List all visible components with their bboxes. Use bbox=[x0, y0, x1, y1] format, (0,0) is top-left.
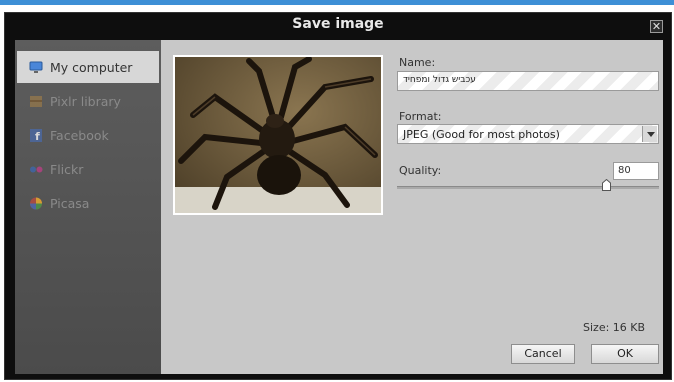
sidebar: My computer Pixlr library f Facebook Fli… bbox=[15, 40, 161, 374]
sidebar-item-label: Pixlr library bbox=[50, 94, 121, 109]
computer-icon bbox=[29, 61, 43, 73]
library-icon bbox=[30, 96, 42, 107]
quality-input[interactable]: 80 bbox=[613, 162, 659, 180]
ok-button[interactable]: OK bbox=[591, 344, 659, 364]
name-field[interactable]: עכביש גדול ומפחיד bbox=[397, 71, 659, 91]
chevron-down-icon[interactable] bbox=[642, 126, 657, 142]
save-image-dialog: Save image ✕ My computer Pixlr library f… bbox=[4, 12, 672, 380]
image-preview bbox=[173, 55, 383, 215]
format-select[interactable]: JPEG (Good for most photos) bbox=[397, 124, 659, 144]
svg-text:f: f bbox=[35, 130, 40, 142]
sidebar-item-label: Picasa bbox=[50, 196, 90, 211]
sidebar-item-my-computer[interactable]: My computer bbox=[17, 51, 159, 83]
file-size: Size: 16 KB bbox=[583, 321, 646, 334]
quality-slider[interactable] bbox=[397, 179, 659, 191]
dialog-title: Save image bbox=[292, 16, 384, 32]
sidebar-item-label: Facebook bbox=[50, 128, 109, 143]
quality-label: Quality: bbox=[399, 164, 442, 177]
format-value: JPEG (Good for most photos) bbox=[403, 128, 560, 141]
picasa-icon bbox=[30, 197, 42, 210]
dialog-content: My computer Pixlr library f Facebook Fli… bbox=[15, 40, 663, 374]
format-label: Format: bbox=[399, 110, 442, 123]
sidebar-item-label: My computer bbox=[50, 60, 133, 75]
tarantula-image bbox=[175, 57, 381, 213]
facebook-icon: f bbox=[30, 129, 42, 142]
window-top-bar bbox=[0, 0, 674, 5]
sidebar-item-label: Flickr bbox=[50, 162, 84, 177]
slider-thumb[interactable] bbox=[602, 179, 612, 191]
sidebar-item-picasa[interactable]: Picasa bbox=[17, 187, 159, 219]
flickr-icon bbox=[30, 166, 43, 173]
sidebar-item-facebook[interactable]: f Facebook bbox=[17, 119, 159, 151]
sidebar-item-flickr[interactable]: Flickr bbox=[17, 153, 159, 185]
name-label: Name: bbox=[399, 56, 436, 69]
close-icon[interactable]: ✕ bbox=[650, 20, 663, 33]
sidebar-item-pixlr-library[interactable]: Pixlr library bbox=[17, 85, 159, 117]
title-bar[interactable]: Save image ✕ bbox=[5, 13, 671, 39]
save-options-panel: Name: עכביש גדול ומפחיד Format: JPEG (Go… bbox=[161, 40, 663, 374]
cancel-button[interactable]: Cancel bbox=[511, 344, 575, 364]
